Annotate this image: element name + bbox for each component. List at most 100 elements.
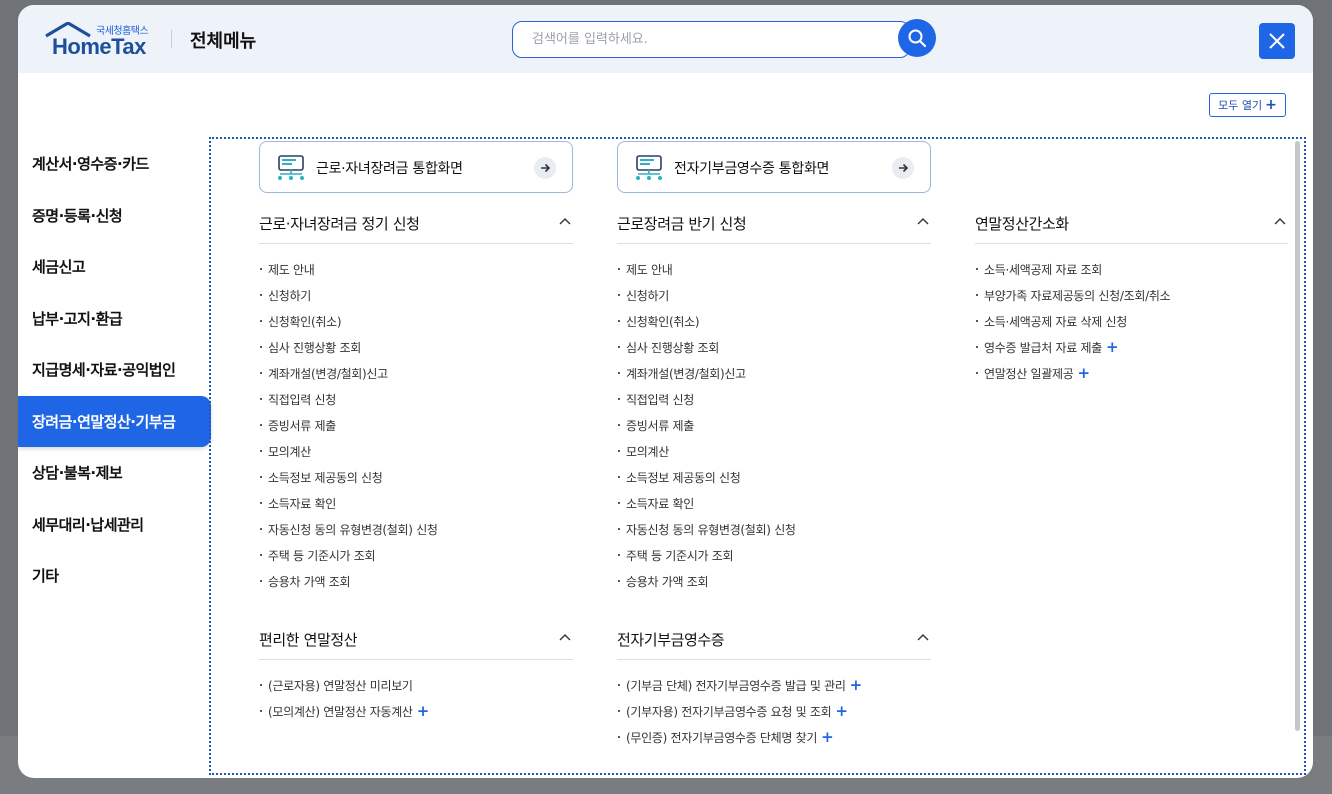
menu-link[interactable]: 신청하기 [617,287,931,313]
sidebar-item-tax-filing[interactable]: 세금신고 [18,241,211,293]
portal-label: 전자기부금영수증 통합화면 [674,161,830,177]
expand-all-button[interactable]: 모두 열기 + [1209,93,1286,117]
menu-link[interactable]: 심사 진행상황 조회 [617,339,931,365]
expand-all-label: 모두 열기 [1218,99,1263,112]
menu-link[interactable]: 모의계산 [259,443,573,469]
search-icon [908,29,927,48]
section-list: 제도 안내 신청하기 신청확인(취소) 심사 진행상황 조회 계좌개설(변경/철… [259,244,573,599]
section-header[interactable]: 편리한 연말정산 [259,621,573,660]
menu-link[interactable]: 소득자료 확인 [259,495,573,521]
menu-link[interactable]: 소득자료 확인 [617,495,931,521]
section-title: 근로·자녀장려금 정기 신청 [259,215,420,233]
close-button[interactable] [1259,23,1295,59]
menu-link[interactable]: 승용차 가액 조회 [617,573,931,599]
sidebar-item-certificates[interactable]: 증명·등록·신청 [18,190,211,242]
arrow-right-icon [892,157,914,179]
menu-link-label: (기부금 단체) 전자기부금영수증 발급 및 관리 [626,679,846,693]
sidebar-item-payment-statements[interactable]: 지급명세·자료·공익법인 [18,344,211,396]
menu-link[interactable]: 모의계산 [617,443,931,469]
menu-link[interactable]: 소득정보 제공동의 신청 [617,469,931,495]
menu-link[interactable]: 증빙서류 제출 [259,417,573,443]
portal-link-donation[interactable]: 전자기부금영수증 통합화면 [617,141,931,193]
logo-text: HomeTax [52,34,146,59]
sidebar-item-receipts[interactable]: 계산서·영수증·카드 [18,138,211,190]
menu-link[interactable]: 신청확인(취소) [259,313,573,339]
sidebar-item-consultation[interactable]: 상담·불복·제보 [18,447,211,499]
section-header[interactable]: 연말정산간소화 [975,205,1288,244]
menu-link[interactable]: (모의계산) 연말정산 자동계산 + [259,703,573,729]
section-title: 편리한 연말정산 [259,631,358,649]
menu-link[interactable]: 소득정보 제공동의 신청 [259,469,573,495]
close-icon [1269,33,1285,49]
menu-link[interactable]: 주택 등 기준시가 조회 [259,547,573,573]
menu-link[interactable]: (기부금 단체) 전자기부금영수증 발급 및 관리 + [617,677,931,703]
portal-link-incentive[interactable]: 근로·자녀장려금 통합화면 [259,141,573,193]
menu-link[interactable]: 심사 진행상황 조회 [259,339,573,365]
menu-link-label: 연말정산 일괄제공 [984,367,1074,381]
plus-icon[interactable]: + [850,676,863,694]
menu-link-label: (모의계산) 연말정산 자동계산 [268,705,413,719]
section-title: 연말정산간소화 [975,215,1069,233]
modal-header: 국세청홈택스 HomeTax 전체메뉴 [18,5,1313,73]
header-divider [171,30,172,48]
section-incentive-half-year: 근로장려금 반기 신청 제도 안내 신청하기 신청확인(취소) 심사 진행상황 … [617,205,931,599]
chevron-up-icon [559,634,571,641]
section-list: 소득·세액공제 자료 조회 부양가족 자료제공동의 신청/조회/취소 소득·세액… [975,244,1288,391]
chevron-up-icon [917,218,929,225]
monitor-network-icon [278,155,304,180]
sidebar: 계산서·영수증·카드 증명·등록·신청 세금신고 납부·고지·환급 지급명세·자… [18,138,211,602]
menu-link[interactable]: 제도 안내 [617,261,931,287]
hometax-logo[interactable]: 국세청홈택스 HomeTax [44,22,154,60]
search-button[interactable] [898,19,936,57]
plus-icon[interactable]: + [835,702,848,720]
menu-link[interactable]: 자동신청 동의 유형변경(철회) 신청 [259,521,573,547]
section-title: 근로장려금 반기 신청 [617,215,747,233]
portal-label: 근로·자녀장려금 통합화면 [316,161,463,177]
menu-link[interactable]: 영수증 발급처 자료 제출 + [975,339,1288,365]
menu-link[interactable]: 소득·세액공제 자료 조회 [975,261,1288,287]
section-list: (근로자용) 연말정산 미리보기 (모의계산) 연말정산 자동계산 + [259,660,573,729]
section-list: (기부금 단체) 전자기부금영수증 발급 및 관리 + (기부자용) 전자기부금영… [617,660,931,755]
sidebar-item-etc[interactable]: 기타 [18,550,211,602]
menu-link[interactable]: 주택 등 기준시가 조회 [617,547,931,573]
menu-link[interactable]: 연말정산 일괄제공 + [975,365,1288,391]
menu-link[interactable]: 계좌개설(변경/철회)신고 [617,365,931,391]
full-menu-modal: 국세청홈택스 HomeTax 전체메뉴 모두 열기 + 계산서·영수증·카드 증… [18,5,1313,778]
section-easy-year-end: 편리한 연말정산 (근로자용) 연말정산 미리보기 (모의계산) 연말정산 자동… [259,621,573,729]
menu-content: 근로·자녀장려금 통합화면 근로·자녀장려금 정기 신청 제도 안내 신청하기 … [209,137,1306,775]
menu-link[interactable]: 직접입력 신청 [617,391,931,417]
sidebar-item-incentives[interactable]: 장려금·연말정산·기부금 [18,395,211,447]
search-input[interactable] [514,23,894,56]
menu-link[interactable]: 소득·세액공제 자료 삭제 신청 [975,313,1288,339]
menu-link[interactable]: (무인증) 전자기부금영수증 단체명 찾기 + [617,729,931,755]
menu-link[interactable]: 자동신청 동의 유형변경(철회) 신청 [617,521,931,547]
menu-link[interactable]: 부양가족 자료제공동의 신청/조회/취소 [975,287,1288,313]
section-year-end-simplified: 연말정산간소화 소득·세액공제 자료 조회 부양가족 자료제공동의 신청/조회/… [975,205,1288,391]
scrollbar[interactable] [1295,141,1300,731]
menu-link[interactable]: 제도 안내 [259,261,573,287]
plus-icon: + [1265,97,1277,113]
menu-link[interactable]: 증빙서류 제출 [617,417,931,443]
sidebar-item-payment[interactable]: 납부·고지·환급 [18,293,211,345]
chevron-up-icon [559,218,571,225]
plus-icon[interactable]: + [1106,338,1119,356]
sidebar-item-tax-agent[interactable]: 세무대리·납세관리 [18,499,211,551]
menu-link[interactable]: 직접입력 신청 [259,391,573,417]
menu-link[interactable]: (기부자용) 전자기부금영수증 요청 및 조회 + [617,703,931,729]
menu-link[interactable]: 신청확인(취소) [617,313,931,339]
menu-link[interactable]: (근로자용) 연말정산 미리보기 [259,677,573,703]
section-header[interactable]: 근로·자녀장려금 정기 신청 [259,205,573,244]
menu-link-label: 영수증 발급처 자료 제출 [984,341,1102,355]
section-e-donation-receipt: 전자기부금영수증 (기부금 단체) 전자기부금영수증 발급 및 관리 + (기부자… [617,621,931,755]
section-incentive-regular: 근로·자녀장려금 정기 신청 제도 안내 신청하기 신청확인(취소) 심사 진행… [259,205,573,599]
plus-icon[interactable]: + [821,728,834,746]
page-title: 전체메뉴 [190,31,257,52]
chevron-up-icon [917,634,929,641]
plus-icon[interactable]: + [417,702,430,720]
section-header[interactable]: 전자기부금영수증 [617,621,931,660]
section-header[interactable]: 근로장려금 반기 신청 [617,205,931,244]
menu-link[interactable]: 신청하기 [259,287,573,313]
plus-icon[interactable]: + [1077,364,1090,382]
menu-link[interactable]: 승용차 가액 조회 [259,573,573,599]
menu-link[interactable]: 계좌개설(변경/철회)신고 [259,365,573,391]
